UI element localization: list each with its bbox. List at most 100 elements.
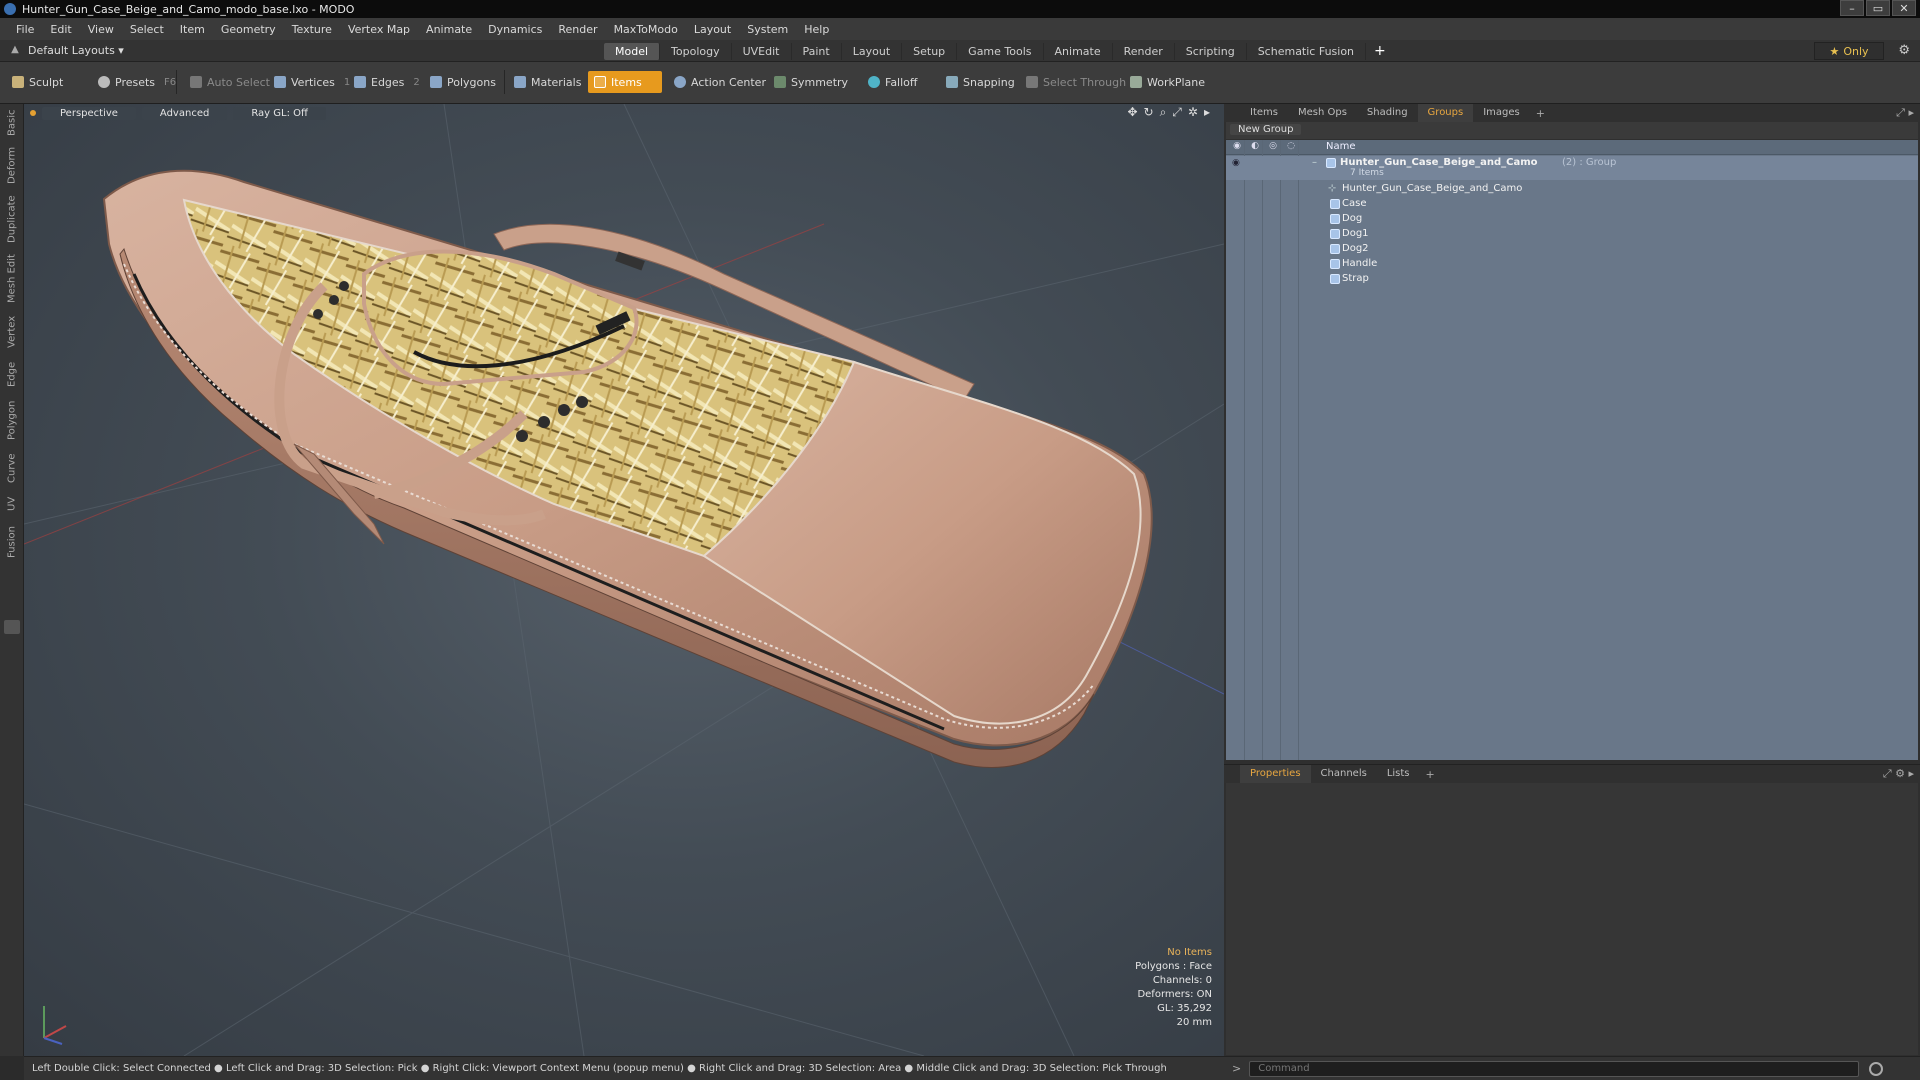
select-through-button[interactable]: Select Through	[1020, 71, 1132, 93]
menu-help[interactable]: Help	[796, 23, 837, 36]
scene-render[interactable]	[24, 104, 1224, 1056]
tab-edge[interactable]: Edge	[2, 358, 22, 390]
tab-render[interactable]: Render	[1113, 42, 1175, 60]
falloff-button[interactable]: Falloff	[862, 71, 923, 93]
menu-item[interactable]: Item	[172, 23, 213, 36]
menu-file[interactable]: File	[8, 23, 42, 36]
tab-deform[interactable]: Deform	[2, 144, 22, 186]
tab-curve[interactable]: Curve	[2, 450, 22, 486]
list-item[interactable]: ⊹ Hunter_Gun_Case_Beige_and_Camo	[1226, 182, 1918, 197]
panel-toggle-button[interactable]	[4, 620, 20, 634]
tab-layout[interactable]: Layout	[842, 42, 903, 60]
tab-paint[interactable]: Paint	[792, 42, 842, 60]
action-center-button[interactable]: Action Center	[668, 71, 772, 93]
tab-model[interactable]: Model	[604, 42, 661, 60]
view-mode-dropdown[interactable]: Perspective	[42, 106, 136, 120]
rotate-icon[interactable]: ↻	[1144, 105, 1154, 120]
tab-mesh-ops[interactable]: Mesh Ops	[1288, 104, 1357, 122]
items-button[interactable]: Items	[588, 71, 662, 93]
list-item[interactable]: Dog2	[1226, 242, 1918, 257]
zoom-icon[interactable]: ⌕	[1160, 105, 1167, 120]
groups-list[interactable]: ◉ ◐ ◎ ◌ Name ◉ – Hunter_Gun_Case_Beige_a…	[1226, 140, 1918, 760]
command-input[interactable]	[1249, 1060, 1860, 1077]
name-column-header[interactable]: Name	[1326, 141, 1356, 152]
minimize-button[interactable]: –	[1840, 0, 1864, 16]
menu-dynamics[interactable]: Dynamics	[480, 23, 550, 36]
record-macro-icon[interactable]	[1869, 1061, 1884, 1076]
close-button[interactable]: ✕	[1892, 0, 1916, 16]
collapse-icon[interactable]: –	[1312, 157, 1317, 168]
tab-properties[interactable]: Properties	[1240, 765, 1311, 783]
fit-icon[interactable]: ⤢	[1172, 105, 1182, 120]
tab-lists[interactable]: Lists	[1377, 765, 1420, 783]
viewport-menu-icon[interactable]	[30, 110, 36, 116]
menu-view[interactable]: View	[80, 23, 122, 36]
add-panel-tab-button[interactable]: +	[1530, 107, 1551, 120]
edges-button[interactable]: Edges 2	[348, 71, 426, 93]
menu-animate[interactable]: Animate	[418, 23, 480, 36]
tab-groups[interactable]: Groups	[1417, 104, 1474, 122]
render-column-icon[interactable]: ◐	[1248, 141, 1262, 153]
tab-duplicate[interactable]: Duplicate	[2, 192, 22, 246]
eye-icon[interactable]: ◉	[1232, 158, 1242, 168]
only-button[interactable]: ★ Only	[1814, 42, 1884, 60]
list-item[interactable]: Strap	[1226, 272, 1918, 287]
auto-select-button[interactable]: Auto Select	[184, 71, 276, 93]
tab-scripting[interactable]: Scripting	[1175, 42, 1247, 60]
shading-dropdown[interactable]: Advanced	[141, 106, 228, 120]
tab-setup[interactable]: Setup	[902, 42, 958, 60]
tab-uvedit[interactable]: UVEdit	[732, 42, 792, 60]
gear-icon[interactable]: ⚙	[1898, 43, 1910, 58]
tab-basic[interactable]: Basic	[2, 108, 22, 138]
menu-texture[interactable]: Texture	[284, 23, 340, 36]
add-tab-button[interactable]: +	[1366, 43, 1394, 59]
snapping-button[interactable]: Snapping	[940, 71, 1021, 93]
maximize-button[interactable]: ▭	[1866, 0, 1890, 16]
raygl-toggle[interactable]: Ray GL: Off	[233, 106, 326, 120]
panel-expand-icon[interactable]: ⤢ ▸	[1896, 106, 1914, 120]
tab-mesh-edit[interactable]: Mesh Edit	[2, 252, 22, 306]
workplane-button[interactable]: WorkPlane	[1124, 71, 1211, 93]
list-item[interactable]: Dog	[1226, 212, 1918, 227]
menu-vertex-map[interactable]: Vertex Map	[340, 23, 418, 36]
add-panel-tab-button[interactable]: +	[1420, 768, 1441, 781]
tab-channels[interactable]: Channels	[1311, 765, 1377, 783]
menu-geometry[interactable]: Geometry	[213, 23, 284, 36]
menu-edit[interactable]: Edit	[42, 23, 79, 36]
sculpt-button[interactable]: Sculpt	[6, 71, 69, 93]
tab-uv[interactable]: UV	[2, 492, 22, 516]
tab-topology[interactable]: Topology	[660, 42, 732, 60]
viewport-settings-icon[interactable]: ✲	[1188, 105, 1198, 120]
visibility-column-icon[interactable]: ◉	[1230, 141, 1244, 153]
tab-images[interactable]: Images	[1473, 104, 1530, 122]
list-item[interactable]: Dog1	[1226, 227, 1918, 242]
symmetry-button[interactable]: Symmetry	[768, 71, 854, 93]
materials-button[interactable]: Materials	[508, 71, 587, 93]
menu-system[interactable]: System	[739, 23, 796, 36]
list-item[interactable]: Case	[1226, 197, 1918, 212]
menu-select[interactable]: Select	[122, 23, 172, 36]
select-column-icon[interactable]: ◌	[1284, 141, 1298, 153]
lock-column-icon[interactable]: ◎	[1266, 141, 1280, 153]
tab-items[interactable]: Items	[1240, 104, 1288, 122]
menu-maxtomodo[interactable]: MaxToModo	[606, 23, 686, 36]
vertices-button[interactable]: Vertices 1	[268, 71, 356, 93]
viewport-expand-icon[interactable]: ▸	[1204, 105, 1210, 120]
tab-animate[interactable]: Animate	[1044, 42, 1113, 60]
polygons-button[interactable]: Polygons	[424, 71, 502, 93]
new-group-button[interactable]: New Group	[1230, 124, 1302, 135]
tab-fusion[interactable]: Fusion	[2, 522, 22, 562]
tab-vertex[interactable]: Vertex	[2, 312, 22, 352]
tab-shading[interactable]: Shading	[1357, 104, 1418, 122]
menu-render[interactable]: Render	[550, 23, 605, 36]
command-history-arrow[interactable]: >	[1232, 1062, 1241, 1075]
list-item[interactable]: Handle	[1226, 257, 1918, 272]
group-row[interactable]: ◉ – Hunter_Gun_Case_Beige_and_Camo (2) :…	[1226, 156, 1918, 180]
tab-game-tools[interactable]: Game Tools	[957, 42, 1044, 60]
3d-viewport[interactable]: Perspective Advanced Ray GL: Off ✥ ↻ ⌕ ⤢…	[24, 104, 1224, 1056]
menu-layout[interactable]: Layout	[686, 23, 739, 36]
panel-settings-icon[interactable]: ⤢ ⚙ ▸	[1883, 767, 1914, 781]
tab-schematic-fusion[interactable]: Schematic Fusion	[1247, 42, 1367, 60]
pan-icon[interactable]: ✥	[1127, 105, 1137, 120]
tab-polygon[interactable]: Polygon	[2, 396, 22, 444]
